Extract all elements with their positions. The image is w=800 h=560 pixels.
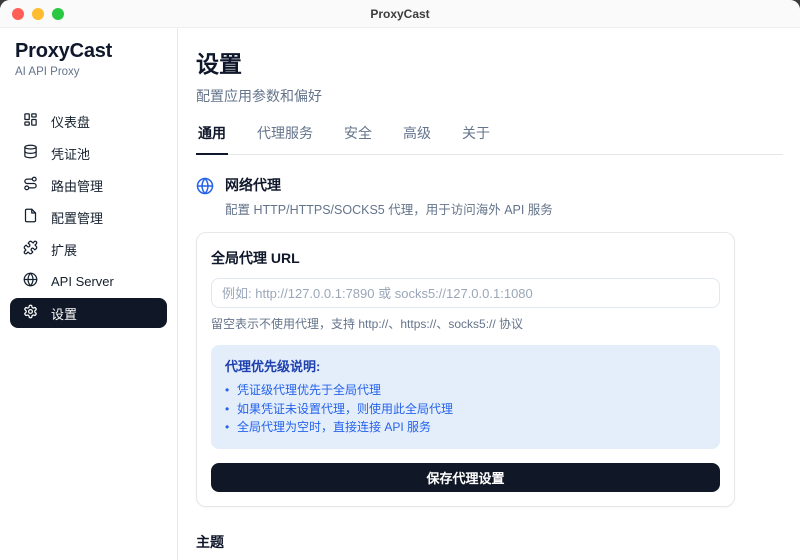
sidebar-item-label: API Server xyxy=(51,273,114,289)
proxy-priority-item: 如果凭证未设置代理，则使用此全局代理 xyxy=(225,400,706,419)
sidebar-item-credential-pool[interactable]: 凭证池 xyxy=(10,138,167,168)
sidebar-item-routing[interactable]: 路由管理 xyxy=(10,170,167,200)
sidebar-item-label: 设置 xyxy=(51,306,78,322)
page-subtitle: 配置应用参数和偏好 xyxy=(196,88,322,104)
globe-icon xyxy=(196,175,214,218)
route-icon xyxy=(23,176,38,194)
sidebar-item-extensions[interactable]: 扩展 xyxy=(10,234,167,264)
sidebar-nav: 仪表盘 凭证池 路由管理 配置管理 扩展 API Server 设置 xyxy=(0,106,177,328)
save-proxy-settings-button[interactable]: 保存代理设置 xyxy=(211,462,720,492)
traffic-lights xyxy=(12,7,64,20)
proxy-priority-list: 凭证级代理优先于全局代理 如果凭证未设置代理，则使用此全局代理 全局代理为空时，… xyxy=(225,381,706,437)
window-title: ProxyCast xyxy=(370,6,430,21)
sidebar-item-api-server[interactable]: API Server xyxy=(10,266,167,296)
globe-icon xyxy=(23,272,38,290)
tab-advanced[interactable]: 高级 xyxy=(401,121,433,154)
gear-icon xyxy=(23,304,38,322)
sidebar-item-config[interactable]: 配置管理 xyxy=(10,202,167,232)
app-window: ProxyCast ProxyCast AI API Proxy 仪表盘 凭证池 xyxy=(0,0,800,560)
proxy-priority-item: 全局代理为空时，直接连接 API 服务 xyxy=(225,418,706,437)
close-window-button[interactable] xyxy=(12,7,24,20)
settings-tabs: 通用 代理服务 安全 高级 关于 xyxy=(196,121,783,155)
tab-about[interactable]: 关于 xyxy=(460,121,492,154)
zoom-window-button[interactable] xyxy=(52,7,64,20)
proxy-settings-card: 全局代理 URL 留空表示不使用代理，支持 http://、https://、s… xyxy=(196,232,735,507)
brand-name: ProxyCast xyxy=(15,40,113,62)
tab-proxy-service[interactable]: 代理服务 xyxy=(255,121,315,154)
proxy-priority-info-box: 代理优先级说明: 凭证级代理优先于全局代理 如果凭证未设置代理，则使用此全局代理… xyxy=(211,345,720,449)
brand: ProxyCast AI API Proxy xyxy=(0,40,177,78)
proxy-priority-item: 凭证级代理优先于全局代理 xyxy=(225,381,706,400)
puzzle-icon xyxy=(23,240,38,258)
sidebar-item-label: 仪表盘 xyxy=(51,114,91,130)
dashboard-icon xyxy=(23,112,38,130)
theme-subtitle: 选择界面显示主题 xyxy=(196,556,783,560)
proxy-url-label: 全局代理 URL xyxy=(211,250,300,266)
sidebar-item-settings[interactable]: 设置 xyxy=(10,298,167,328)
theme-title: 主题 xyxy=(196,533,224,550)
minimize-window-button[interactable] xyxy=(32,7,44,20)
proxy-url-helper: 留空表示不使用代理，支持 http://、https://、socks5:// … xyxy=(211,317,524,331)
titlebar: ProxyCast xyxy=(0,0,800,28)
proxy-priority-title: 代理优先级说明: xyxy=(225,359,321,374)
sidebar: ProxyCast AI API Proxy 仪表盘 凭证池 路由管理 配置管理… xyxy=(0,28,178,560)
tab-security[interactable]: 安全 xyxy=(342,121,374,154)
sidebar-item-label: 凭证池 xyxy=(51,146,91,162)
network-proxy-title: 网络代理 xyxy=(225,177,281,193)
page-title: 设置 xyxy=(196,51,242,77)
theme-section: 主题 选择界面显示主题 浅色 深色 跟随系统 xyxy=(196,532,783,560)
sidebar-item-label: 路由管理 xyxy=(51,178,104,194)
sidebar-item-label: 扩展 xyxy=(51,242,78,258)
tab-general[interactable]: 通用 xyxy=(196,121,228,155)
sidebar-item-dashboard[interactable]: 仪表盘 xyxy=(10,106,167,136)
brand-tagline: AI API Proxy xyxy=(15,66,80,78)
file-icon xyxy=(23,208,38,226)
sidebar-item-label: 配置管理 xyxy=(51,210,104,226)
main-content: 设置 配置应用参数和偏好 通用 代理服务 安全 高级 关于 网络代理 配置 HT… xyxy=(178,28,800,560)
network-proxy-section-header: 网络代理 配置 HTTP/HTTPS/SOCKS5 代理，用于访问海外 API … xyxy=(196,175,783,218)
network-proxy-description: 配置 HTTP/HTTPS/SOCKS5 代理，用于访问海外 API 服务 xyxy=(225,203,553,217)
proxy-url-input[interactable] xyxy=(211,278,720,308)
database-icon xyxy=(23,144,38,162)
